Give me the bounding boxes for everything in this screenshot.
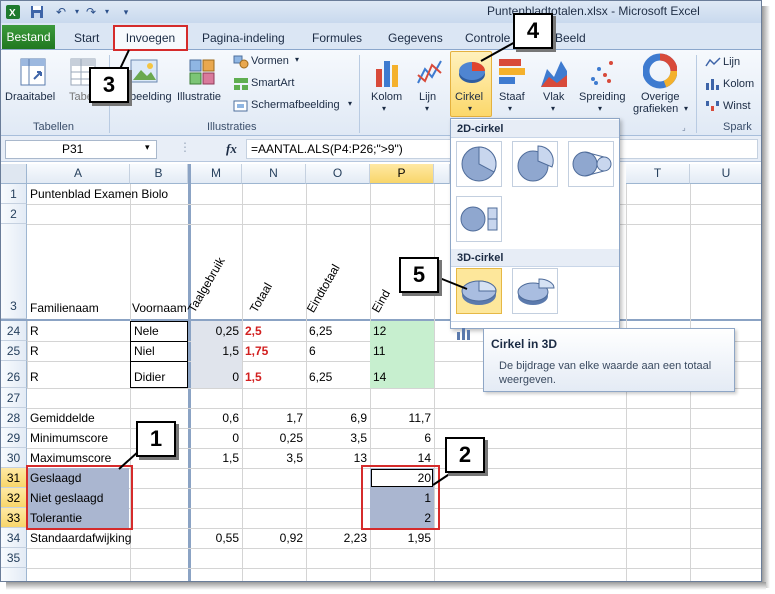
- callout-1: 1: [136, 421, 176, 457]
- callout-5: 5: [399, 257, 439, 293]
- excel-window: X ↶ ▾ ↷ ▾ ▾ Puntenbladtotalen.xlsx - Mic…: [0, 0, 762, 582]
- callout-4: 4: [513, 13, 553, 49]
- window-shadow: [6, 582, 766, 590]
- callout-2: 2: [445, 437, 485, 473]
- window-shadow: [762, 6, 770, 588]
- callout-3: 3: [89, 67, 129, 103]
